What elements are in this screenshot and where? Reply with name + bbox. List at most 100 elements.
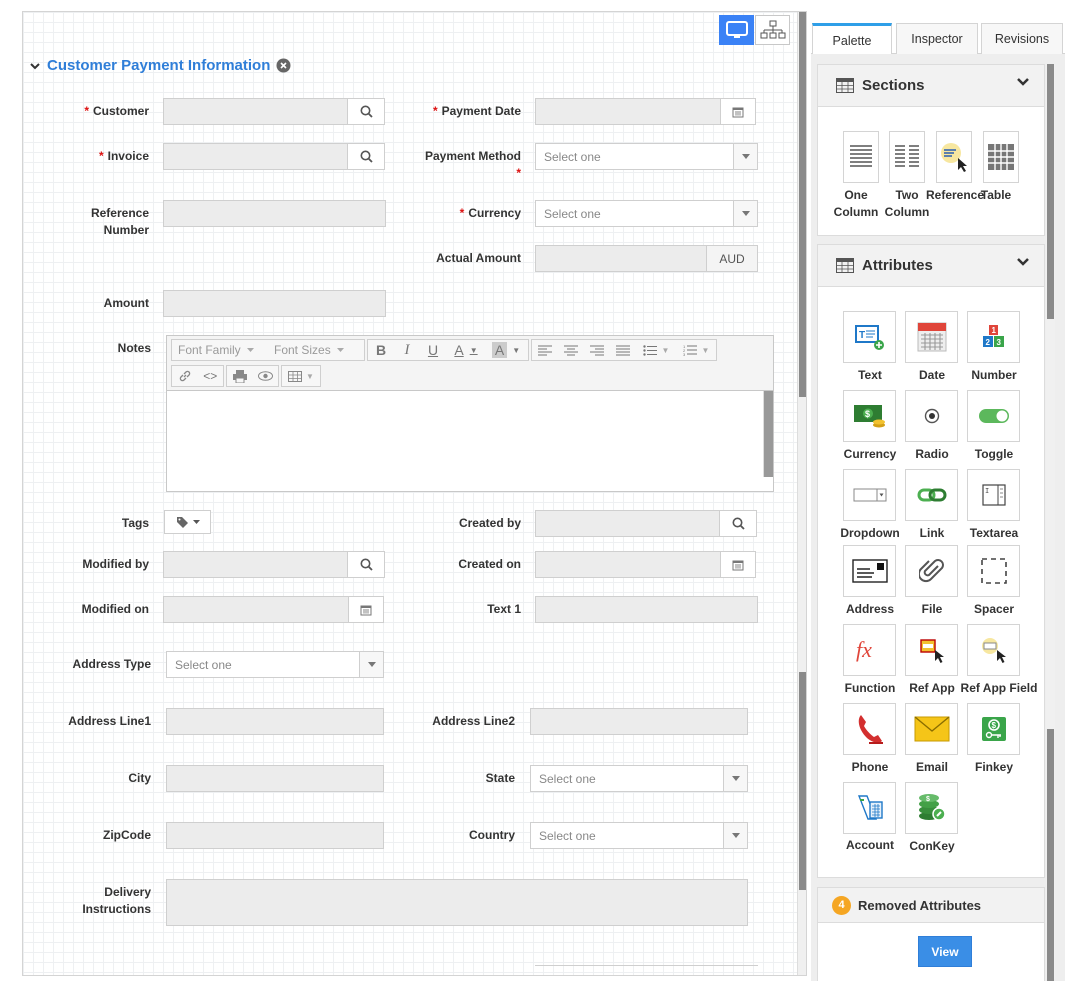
zipcode-input[interactable]	[166, 822, 384, 849]
align-left-icon[interactable]	[532, 340, 558, 360]
modified-by-input[interactable]	[163, 551, 348, 578]
font-family-dropdown[interactable]: Font Family	[172, 343, 268, 357]
payment-date-input[interactable]	[535, 98, 721, 125]
radio-attr-tile[interactable]	[905, 390, 958, 442]
state-select[interactable]: Select one	[530, 765, 748, 792]
customer-search-button[interactable]	[347, 98, 385, 125]
created-by-search-button[interactable]	[719, 510, 757, 537]
table-tile[interactable]	[983, 131, 1019, 183]
chevron-down-icon[interactable]	[1016, 77, 1030, 87]
account-attr-tile[interactable]	[843, 782, 896, 834]
toggle-attr-label: Toggle	[974, 447, 1014, 461]
numbered-list-icon[interactable]: 1 2 3 ▼	[676, 340, 716, 360]
tags-button[interactable]	[164, 510, 211, 534]
print-icon[interactable]	[227, 366, 253, 386]
payment-method-select[interactable]: Select one	[535, 143, 758, 170]
finkey-attr-tile[interactable]: $	[967, 703, 1020, 755]
amount-input[interactable]	[163, 290, 386, 317]
address-type-select[interactable]: Select one	[166, 651, 384, 678]
account-icon	[857, 795, 883, 820]
text-color-icon[interactable]: A ▼	[446, 340, 486, 360]
one-column-tile[interactable]	[843, 131, 879, 183]
modified-by-search-button[interactable]	[347, 551, 385, 578]
actual-amount-input[interactable]	[535, 245, 707, 272]
highlight-color-icon[interactable]: A ▼	[486, 340, 526, 360]
address-line1-input[interactable]	[166, 708, 384, 735]
close-circle-icon[interactable]	[276, 58, 291, 73]
payment-date-picker[interactable]	[720, 98, 756, 125]
attributes-title: Attributes	[862, 257, 933, 274]
spacer-attr-tile[interactable]	[967, 545, 1020, 597]
tab-inspector[interactable]: Inspector	[896, 23, 978, 54]
function-attr-tile[interactable]: fx	[843, 624, 896, 676]
bold-icon[interactable]: B	[368, 340, 394, 360]
envelope-icon	[914, 716, 949, 742]
number-attr-tile[interactable]: 123	[967, 311, 1020, 363]
chevron-down-icon[interactable]	[29, 61, 41, 71]
date-attr-tile[interactable]	[905, 311, 958, 363]
sections-header[interactable]: Sections	[818, 65, 1044, 107]
underline-icon[interactable]: U	[420, 340, 446, 360]
dropdown-icon	[853, 488, 886, 502]
bullet-list-icon[interactable]: ▼	[636, 340, 676, 360]
panel-scrollbar[interactable]	[1046, 64, 1055, 981]
delivery-instructions-textarea[interactable]	[166, 879, 748, 926]
invoice-input[interactable]	[163, 143, 348, 170]
align-right-icon[interactable]	[584, 340, 610, 360]
removed-attributes-header: 4 Removed Attributes	[818, 888, 1044, 923]
two-column-tile[interactable]	[889, 131, 925, 183]
conkey-attr-tile[interactable]: $	[905, 782, 958, 834]
reference-number-input[interactable]	[163, 200, 386, 227]
email-attr-tile[interactable]	[905, 703, 958, 755]
created-on-input[interactable]	[535, 551, 721, 578]
radio-icon	[924, 408, 939, 424]
dropdown-attr-tile[interactable]	[843, 469, 896, 521]
align-center-icon[interactable]	[558, 340, 584, 360]
city-input[interactable]	[166, 765, 384, 792]
customer-label: * Customer	[84, 104, 149, 118]
country-select[interactable]: Select one	[530, 822, 748, 849]
phone-attr-tile[interactable]	[843, 703, 896, 755]
tab-palette[interactable]: Palette	[812, 23, 892, 55]
textarea-attr-label: Textarea	[969, 526, 1019, 540]
link-attr-tile[interactable]	[905, 469, 958, 521]
preview-eye-icon[interactable]	[253, 366, 279, 386]
currency-attr-tile[interactable]: $	[843, 390, 896, 442]
address-attr-tile[interactable]	[843, 545, 896, 597]
align-justify-icon[interactable]	[610, 340, 636, 360]
attributes-header[interactable]: Attributes	[818, 245, 1044, 287]
modified-on-picker[interactable]	[348, 596, 384, 623]
currency-select[interactable]: Select one	[535, 200, 758, 227]
modified-on-input[interactable]	[163, 596, 349, 623]
text-attr-tile[interactable]: T	[843, 311, 896, 363]
palette-panel: Palette Inspector Revisions Sections One…	[811, 21, 1065, 981]
view-removed-button[interactable]: View	[918, 936, 972, 967]
address-line2-input[interactable]	[530, 708, 748, 735]
table-insert-icon[interactable]: ▼	[282, 366, 320, 386]
toggle-attr-tile[interactable]	[967, 390, 1020, 442]
tab-revisions[interactable]: Revisions	[981, 23, 1063, 54]
chevron-down-icon[interactable]	[1016, 257, 1030, 267]
desktop-view-toggle[interactable]	[719, 15, 754, 45]
customer-input[interactable]	[163, 98, 348, 125]
editor-scrollbar[interactable]	[763, 391, 773, 477]
modified-by-label: Modified by	[82, 557, 149, 571]
editor-content-area[interactable]	[167, 391, 773, 491]
invoice-search-button[interactable]	[347, 143, 385, 170]
ref-app-attr-tile[interactable]	[905, 624, 958, 676]
textarea-attr-tile[interactable]: I	[967, 469, 1020, 521]
canvas-scrollbar[interactable]	[797, 12, 806, 975]
tree-view-toggle[interactable]	[755, 15, 790, 45]
code-icon[interactable]: <>	[198, 366, 224, 386]
file-attr-tile[interactable]	[905, 545, 958, 597]
italic-icon[interactable]: I	[394, 340, 420, 360]
text1-input[interactable]	[535, 596, 758, 623]
section-header[interactable]: Customer Payment Information	[29, 57, 291, 74]
link-icon[interactable]	[172, 366, 198, 386]
grid-section-icon	[836, 78, 854, 93]
created-by-input[interactable]	[535, 510, 720, 537]
font-size-dropdown[interactable]: Font Sizes	[268, 343, 364, 357]
created-on-picker[interactable]	[720, 551, 756, 578]
reference-tile[interactable]	[936, 131, 972, 183]
ref-app-field-attr-tile[interactable]	[967, 624, 1020, 676]
